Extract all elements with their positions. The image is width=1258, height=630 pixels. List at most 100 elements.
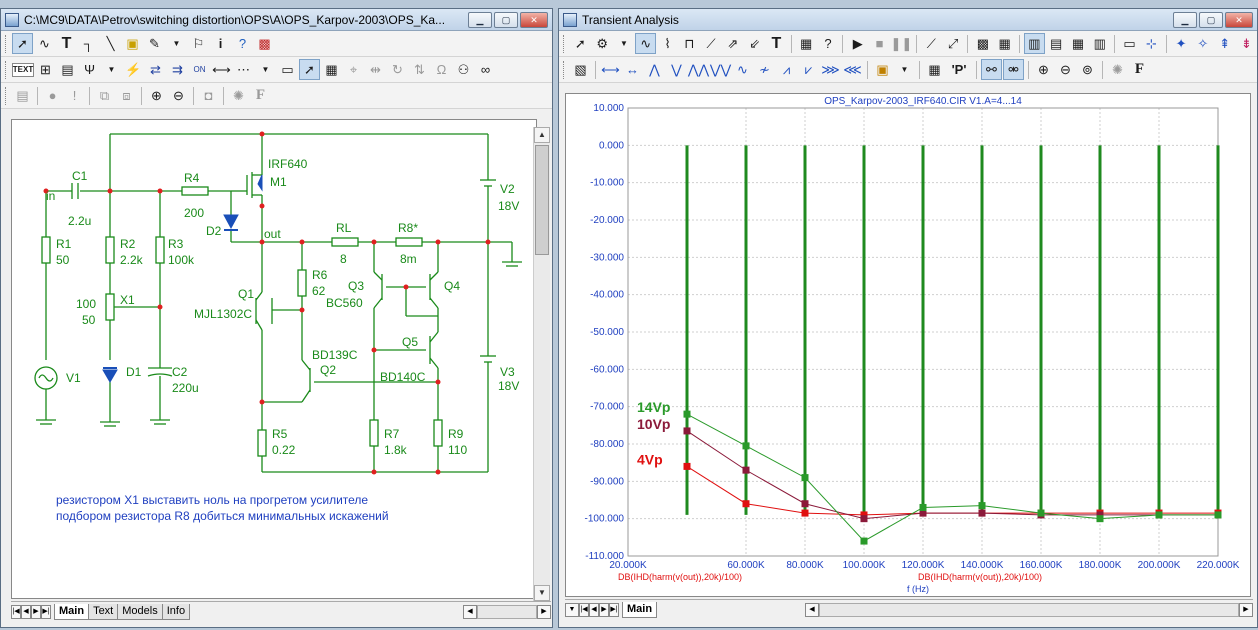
node-numbers-icon[interactable]: ⊞ [35,59,56,80]
data-icon[interactable]: ▣ [872,59,893,80]
data-dropdown-icon[interactable]: ▼ [894,59,915,80]
analysis-hscroll-left[interactable]: ◀ [805,602,819,617]
notes-icon[interactable]: ▤ [12,85,33,106]
select-mode-icon[interactable]: ➚ [299,59,320,80]
line-icon[interactable]: ⟷ [211,59,232,80]
find-icon[interactable]: ⚇ [453,59,474,80]
tag4-icon[interactable]: ⇙ [744,33,765,54]
zoom-out-icon[interactable]: ⊖ [168,85,189,106]
cursor-icon[interactable]: ⊹ [1141,33,1162,54]
slope2-icon[interactable]: ≁ [754,59,775,80]
transient-minimize-button[interactable]: ▁ [1173,11,1197,28]
info-icon[interactable]: i [210,33,231,54]
analysis-font-icon[interactable]: F [1129,59,1150,80]
component-editor-icon[interactable]: ▩ [254,33,275,54]
point-label-icon[interactable]: 'P' [946,59,972,80]
tab-next-button[interactable]: ▶ [31,604,41,619]
layout5-icon[interactable]: ▭ [1119,33,1140,54]
wave-icon[interactable]: ∿ [34,33,55,54]
dropdown3-icon[interactable]: ▼ [255,59,276,80]
analysis-select-icon[interactable]: ➚ [570,33,591,54]
properties-icon[interactable]: ▦ [321,59,342,80]
on-icon[interactable]: ON [189,59,210,80]
transient-close-button[interactable]: ✕ [1225,11,1253,28]
swap-icon[interactable]: ⇄ [145,59,166,80]
cursor-mode2-icon[interactable]: ⚮ [1003,59,1024,80]
mirror-icon[interactable]: ⇅ [409,59,430,80]
tab-info[interactable]: Info [161,603,191,620]
flip-h-icon[interactable]: ⇹ [365,59,386,80]
warning-icon[interactable]: ! [64,85,85,106]
grid-view2-icon[interactable]: ▦ [994,33,1015,54]
copy-icon[interactable]: ⧉ [94,85,115,106]
analysis-menu-button[interactable]: ▼ [565,602,579,617]
route-icon[interactable]: ⇉ [167,59,188,80]
tag-icon[interactable]: ⊓ [679,33,700,54]
schematic-canvas[interactable]: in C1 2.2u R4 200 IRF640 M1 D2 out RL 8 … [11,119,537,599]
grid-view-icon[interactable]: ▩ [972,33,993,54]
stop-run-icon[interactable]: ■ [869,33,890,54]
analysis-zoom-in-icon[interactable]: ⊕ [1033,59,1054,80]
scope-icon[interactable]: ∿ [635,33,657,54]
tag2-icon[interactable]: ⟋ [701,33,722,54]
text-mode-icon[interactable]: TEXT [12,62,34,77]
peak2-icon[interactable]: ⋀⋀ [688,59,709,80]
linear-y-icon[interactable]: ⤢ [943,33,964,54]
valley-find-icon[interactable]: ⋁ [666,59,687,80]
probe-icon[interactable]: ⌇ [657,33,678,54]
layout1-icon[interactable]: ▥ [1024,33,1045,54]
settings-icon[interactable]: ✺ [228,85,249,106]
analysis-text-icon[interactable]: T [766,33,787,54]
dropdown-icon[interactable]: ▼ [166,33,187,54]
graphics-icon[interactable]: ✎ [144,33,165,54]
flag-icon[interactable]: ⚐ [188,33,209,54]
plot-area[interactable]: OPS_Karpov-2003_IRF640.CIR V1.A=4...14 10… [565,93,1251,597]
pin-icon[interactable]: Ψ [79,59,100,80]
hscroll-right-button[interactable]: ▶ [537,604,551,619]
layout4-icon[interactable]: ▥ [1089,33,1110,54]
analysis-tab-last-button[interactable]: ▶| [609,602,619,617]
analysis-hscroll-right[interactable]: ▶ [1239,602,1253,617]
analysis-hscroll-track[interactable] [819,602,1239,617]
diagonal-wire-icon[interactable]: ╲ [100,33,121,54]
maximize-button[interactable]: ▢ [494,11,518,28]
wire-icon[interactable]: ┐ [78,33,99,54]
graph-tool-icon[interactable]: ▧ [570,59,591,80]
tag3-icon[interactable]: ⇗ [722,33,743,54]
low-icon[interactable]: ⇟ [1236,33,1257,54]
tab-prev-button[interactable]: ◀ [21,604,31,619]
hscroll-track[interactable] [477,604,537,619]
tab-last-button[interactable]: ▶| [41,604,51,619]
hscroll-left-button[interactable]: ◀ [463,604,477,619]
power-icon[interactable]: ⚡ [123,59,144,80]
scroll-down-button[interactable]: ▼ [534,585,550,601]
rotate-icon[interactable]: ↻ [387,59,408,80]
cursor-mode-icon[interactable]: ⚯ [981,59,1002,80]
tab-first-button[interactable]: |◀ [11,604,21,619]
schematic-vertical-scrollbar[interactable]: ▲ ▼ [533,127,550,601]
valley2-icon[interactable]: ⋁⋁ [710,59,731,80]
close-button[interactable]: ✕ [520,11,548,28]
analysis-tab-first-button[interactable]: |◀ [579,602,589,617]
high-icon[interactable]: ⇞ [1214,33,1235,54]
max-icon[interactable]: ⩘ [776,59,797,80]
tab-text[interactable]: Text [88,603,119,620]
valley-icon[interactable]: ✧ [1192,33,1213,54]
scroll-thumb[interactable] [535,145,549,255]
analysis-zoom-out-icon[interactable]: ⊖ [1055,59,1076,80]
global-max-icon[interactable]: ⋙ [820,59,841,80]
transient-titlebar[interactable]: Transient Analysis ▁ ▢ ✕ [559,9,1257,31]
numeric-output-icon[interactable]: ▦ [924,59,945,80]
stop-icon[interactable]: ● [42,85,63,106]
binoculars-icon[interactable]: ∞ [475,59,496,80]
help-icon[interactable]: ? [232,33,253,54]
stepping-icon[interactable]: Ω [431,59,452,80]
text-tool-icon[interactable]: T [56,33,77,54]
select-arrow-icon[interactable]: ➚ [12,33,33,54]
schematic-titlebar[interactable]: C:\MC9\DATA\Petrov\switching distortion\… [1,9,552,31]
frame-icon[interactable]: ▭ [277,59,298,80]
min-icon[interactable]: ⩗ [798,59,819,80]
peak-find-icon[interactable]: ⋀ [644,59,665,80]
analysis-component-icon[interactable]: ⚙ [592,33,613,54]
analysis-tab-prev-button[interactable]: ◀ [589,602,599,617]
